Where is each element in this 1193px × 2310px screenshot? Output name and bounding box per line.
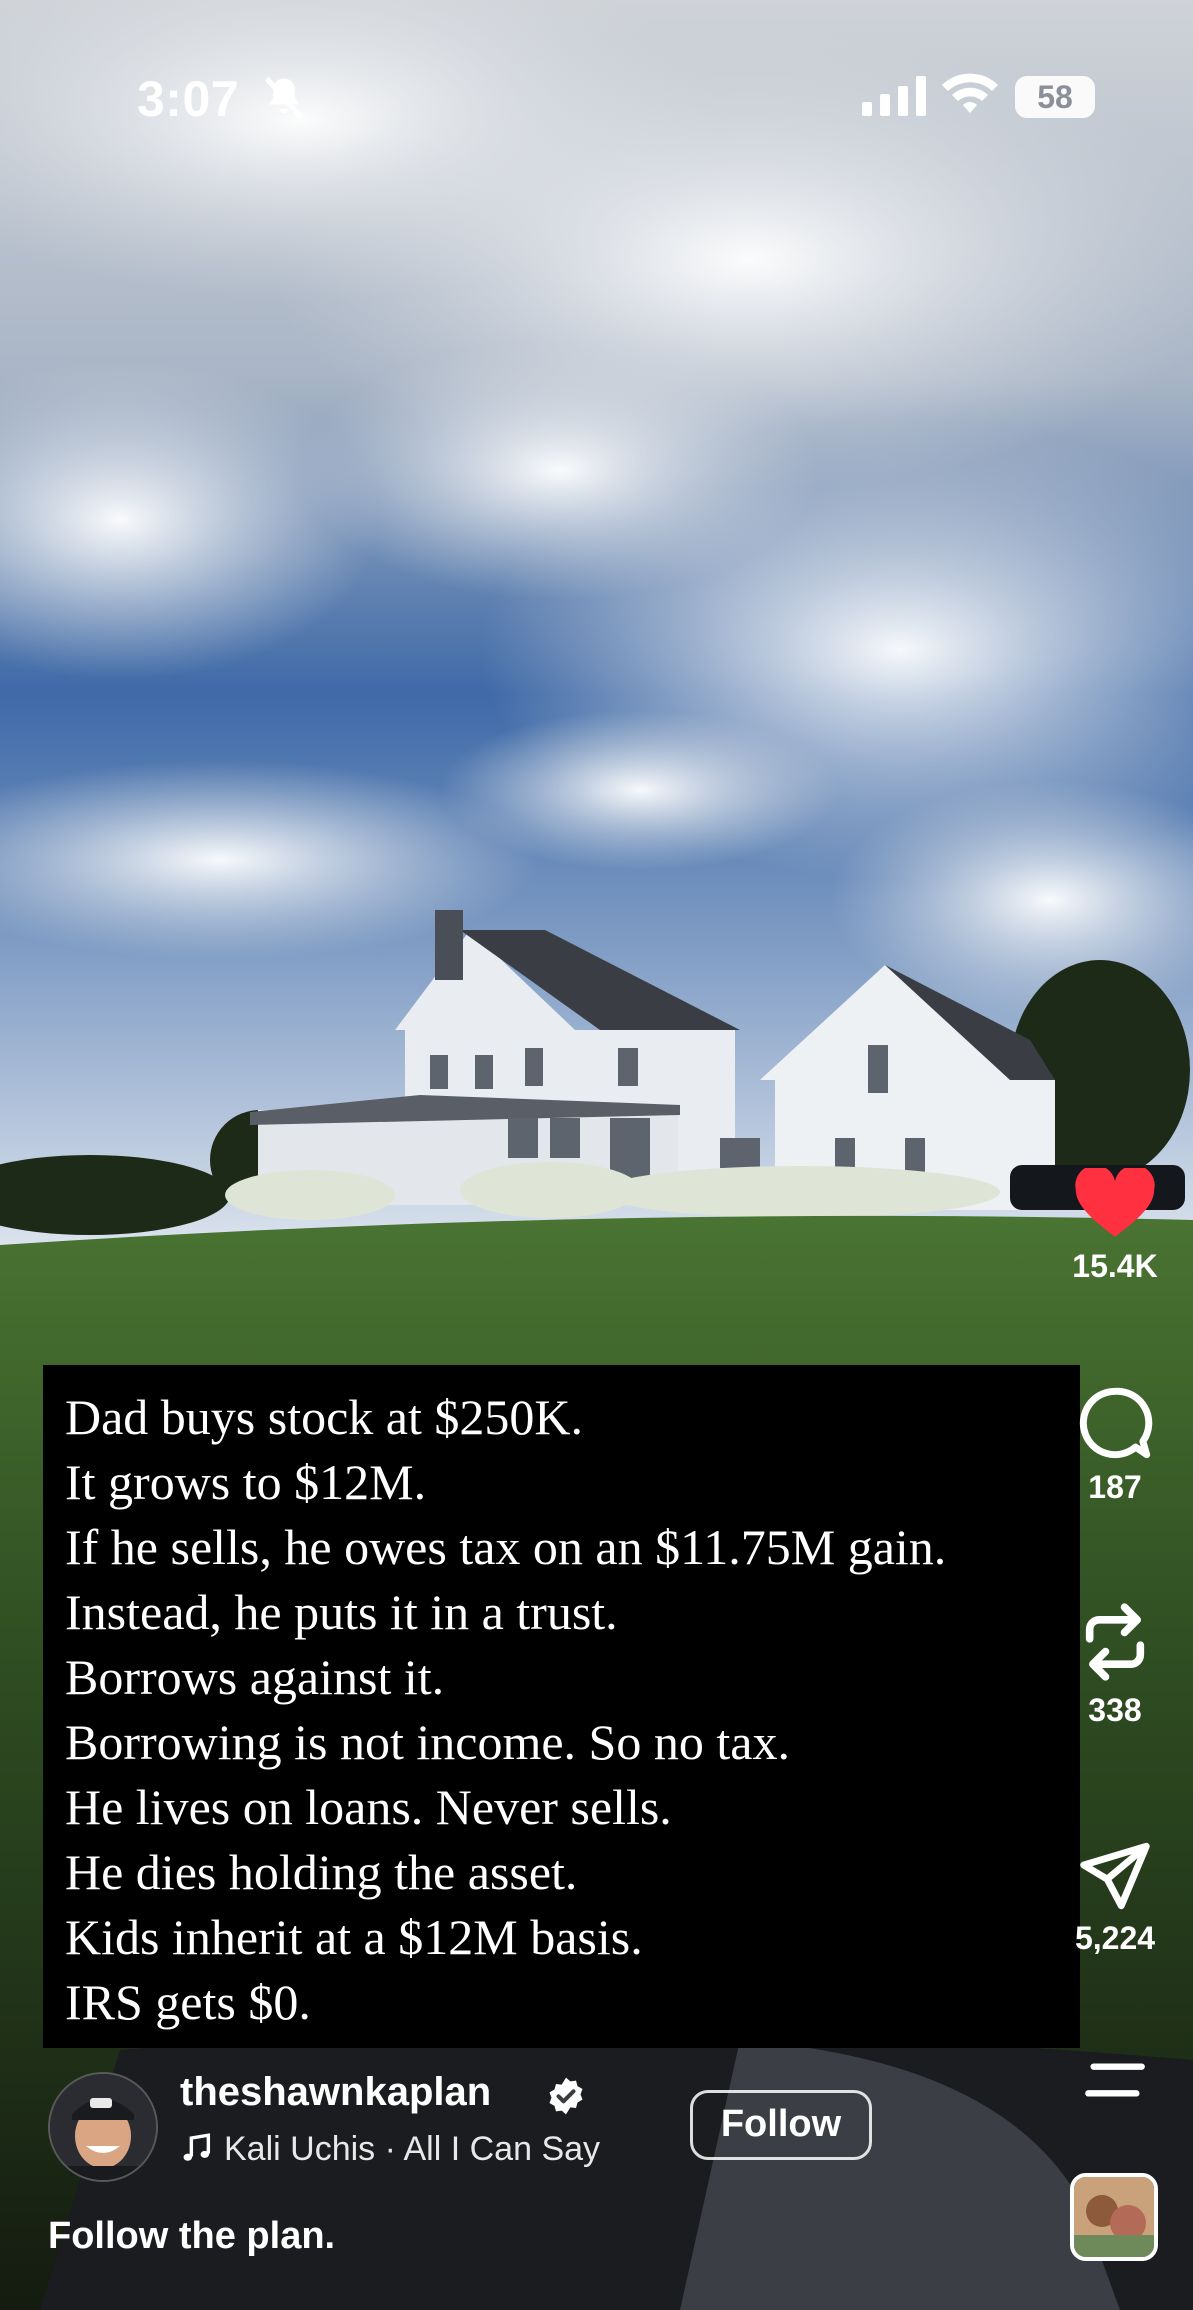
author-avatar-container[interactable] <box>48 2072 168 2182</box>
status-bar: 3:07 58 <box>0 0 1193 200</box>
avatar[interactable] <box>48 2072 158 2182</box>
overlay-line: He lives on loans. Never sells. <box>65 1779 672 1835</box>
status-time: 3:07 <box>137 71 240 127</box>
like-count: 15.4K <box>1072 1248 1158 1284</box>
audio-thumbnail[interactable] <box>1070 2173 1158 2261</box>
overlay-line: Instead, he puts it in a trust. <box>65 1584 618 1640</box>
heart-icon[interactable] <box>1075 1168 1155 1240</box>
overlay-line: It grows to $12M. <box>65 1454 427 1510</box>
repost-action[interactable]: 338 <box>1060 1600 1170 1729</box>
overlay-line: He dies holding the asset. <box>65 1844 578 1900</box>
overlay-line: IRS gets $0. <box>65 1974 311 2030</box>
video-text-overlay: Dad buys stock at $250K. It grows to $12… <box>43 1365 1080 2048</box>
music-info[interactable]: Kali Uchis · All I Can Say <box>180 2130 600 2169</box>
like-action[interactable]: 15.4K <box>1060 1168 1170 1285</box>
share-count: 5,224 <box>1074 1920 1156 1956</box>
music-note-icon <box>183 2133 211 2161</box>
verified-icon <box>549 2077 583 2115</box>
signal-icon <box>862 76 926 116</box>
overlay-line: Borrows against it. <box>65 1649 445 1705</box>
reel-screen: 3:07 58 Dad buys stock at $250K. It grow… <box>0 0 1193 2310</box>
overlay-line: Borrowing is not income. So no tax. <box>65 1714 790 1770</box>
battery-indicator: 58 <box>1015 76 1095 118</box>
author-username[interactable]: theshawnkaplan <box>180 2070 491 2115</box>
repost-icon[interactable] <box>1077 1600 1153 1684</box>
comment-action[interactable]: 187 <box>1060 1385 1170 1506</box>
comment-count: 187 <box>1088 1469 1142 1505</box>
share-icon[interactable] <box>1077 1840 1153 1912</box>
more-action[interactable] <box>1060 2060 1170 2100</box>
comment-icon[interactable] <box>1077 1385 1153 1461</box>
follow-button[interactable]: Follow <box>690 2090 872 2160</box>
more-icon[interactable] <box>1083 2060 1147 2100</box>
post-caption[interactable]: Follow the plan. <box>48 2215 335 2258</box>
music-label: Kali Uchis · All I Can Say <box>224 2130 601 2168</box>
overlay-line: Dad buys stock at $250K. <box>65 1389 583 1445</box>
overlay-line: Kids inherit at a $12M basis. <box>65 1909 643 1965</box>
overlay-line: If he sells, he owes tax on an $11.75M g… <box>65 1519 947 1575</box>
bell-slash-icon <box>264 76 304 120</box>
share-action[interactable]: 5,224 <box>1060 1840 1170 1957</box>
repost-count: 338 <box>1088 1692 1142 1728</box>
wifi-icon <box>942 73 998 113</box>
